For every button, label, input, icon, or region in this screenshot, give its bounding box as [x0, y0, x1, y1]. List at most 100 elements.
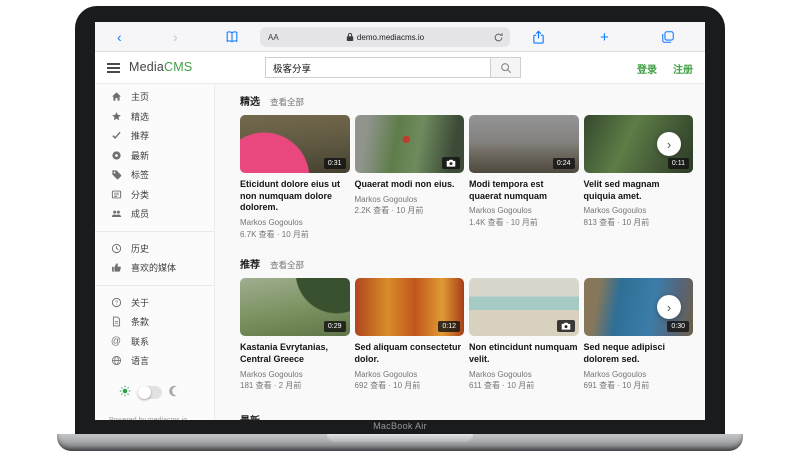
media-author[interactable]: Markos Gogoulos [355, 369, 465, 381]
laptop-screen: ‹ › AA demo.mediacms.io [95, 22, 705, 420]
theme-switcher [95, 384, 214, 402]
terms-icon [110, 316, 122, 328]
menu-toggle-icon[interactable] [107, 61, 121, 75]
section-featured: 精选 查看全部 0:31 Eticidunt dolore eius ut no… [240, 93, 693, 240]
media-card[interactable]: 0:30 Sed neque adipisci dolorem sed. Mar… [584, 278, 694, 396]
media-card[interactable]: Non etincidunt numquam velit. Markos Gog… [469, 278, 579, 396]
history-icon [110, 242, 122, 254]
site-logo[interactable]: MediaCMS [129, 60, 192, 74]
sidebar-item-home[interactable]: 主页 [95, 87, 214, 107]
search-icon [500, 62, 512, 74]
sidebar-item-recommended[interactable]: 推荐 [95, 126, 214, 146]
language-icon [110, 355, 122, 367]
sidebar-item-tags[interactable]: 标签 [95, 165, 214, 185]
media-author[interactable]: Markos Gogoulos [355, 194, 465, 206]
media-meta: 6.7K 查看 · 10 月前 [240, 229, 350, 241]
media-author[interactable]: Markos Gogoulos [584, 369, 694, 381]
main-content: 精选 查看全部 0:31 Eticidunt dolore eius ut no… [215, 84, 705, 420]
contact-icon: @ [110, 335, 122, 347]
chevron-right-icon: › [667, 300, 671, 315]
media-card[interactable]: 0:24 Modi tempora est quaerat numquam Ma… [469, 115, 579, 240]
chevron-right-icon: › [667, 137, 671, 152]
media-title[interactable]: Kastania Evrytanias, Central Greece [240, 342, 350, 365]
new-tab-button[interactable]: + [600, 22, 609, 52]
view-all-link[interactable]: 查看全部 [270, 96, 304, 108]
login-link[interactable]: 登录 [637, 61, 657, 76]
duration-badge: 0:30 [667, 321, 689, 332]
view-all-link[interactable]: 查看全部 [270, 259, 304, 271]
check-icon [110, 130, 122, 142]
media-title[interactable]: Sed neque adipisci dolorem sed. [584, 342, 694, 365]
media-title[interactable]: Sed aliquam consectetur dolor. [355, 342, 465, 365]
bookmarks-icon[interactable] [225, 22, 239, 52]
sidebar-item-categories[interactable]: 分类 [95, 185, 214, 205]
lock-icon [346, 32, 354, 42]
media-author[interactable]: Markos Gogoulos [469, 205, 579, 217]
duration-badge: 0:11 [668, 158, 689, 169]
media-meta: 181 查看 · 2 月前 [240, 380, 350, 392]
section-title: 最新 [240, 412, 260, 420]
register-link[interactable]: 注册 [673, 61, 693, 76]
media-author[interactable]: Markos Gogoulos [240, 217, 350, 229]
section-latest: 最新 [240, 412, 693, 420]
media-author[interactable]: Markos Gogoulos [469, 369, 579, 381]
sidebar-item-members[interactable]: 成员 [95, 204, 214, 224]
media-card[interactable]: 0:29 Kastania Evrytanias, Central Greece… [240, 278, 350, 396]
sidebar-item-featured[interactable]: 精选 [95, 107, 214, 127]
media-author[interactable]: Markos Gogoulos [584, 205, 694, 217]
sidebar-item-history[interactable]: 历史 [95, 239, 214, 259]
star-icon [110, 110, 122, 122]
light-mode-icon [119, 384, 131, 402]
svg-text:?: ? [114, 300, 117, 306]
media-thumbnail[interactable] [355, 115, 465, 173]
search-button[interactable] [491, 57, 521, 78]
categories-icon [110, 188, 122, 200]
browser-forward-button[interactable]: › [173, 22, 178, 52]
share-icon[interactable] [532, 22, 545, 52]
media-card[interactable]: Quaerat modi non eius. Markos Gogoulos 2… [355, 115, 465, 240]
reader-options-button[interactable]: AA [268, 33, 279, 42]
duration-badge: 0:29 [324, 321, 346, 332]
sidebar-item-terms[interactable]: 条款 [95, 312, 214, 332]
media-title[interactable]: Modi tempora est quaerat numquam [469, 179, 579, 202]
tabs-overview-icon[interactable] [661, 22, 675, 52]
media-card[interactable]: 0:12 Sed aliquam consectetur dolor. Mark… [355, 278, 465, 396]
address-bar[interactable]: AA demo.mediacms.io [260, 27, 510, 47]
tag-icon [110, 169, 122, 181]
media-title[interactable]: Quaerat modi non eius. [355, 179, 465, 191]
powered-by-link[interactable]: Powered by mediacms.io [95, 417, 214, 421]
media-meta: 1.4K 查看 · 10 月前 [469, 217, 579, 229]
media-title[interactable]: Non etincidunt numquam velit. [469, 342, 579, 365]
media-thumbnail[interactable]: 0:31 [240, 115, 350, 173]
duration-badge: 0:12 [438, 321, 460, 332]
section-title: 精选 [240, 93, 260, 108]
site-header: MediaCMS 登录 注册 [95, 52, 705, 84]
media-card[interactable]: 0:31 Eticidunt dolore eius ut non numqua… [240, 115, 350, 240]
media-title[interactable]: Velit sed magnam quiquia amet. [584, 179, 694, 202]
media-meta: 691 查看 · 10 月前 [584, 380, 694, 392]
media-meta: 692 查看 · 10 月前 [355, 380, 465, 392]
media-author[interactable]: Markos Gogoulos [240, 369, 350, 381]
sidebar-item-about[interactable]: ? 关于 [95, 293, 214, 313]
theme-toggle[interactable] [138, 386, 162, 399]
device-label: MacBook Air [75, 421, 725, 431]
camera-icon [442, 157, 460, 169]
media-thumbnail[interactable]: 0:29 [240, 278, 350, 336]
reload-icon[interactable] [493, 32, 504, 43]
laptop-base-notch [327, 434, 473, 442]
sidebar-item-contact[interactable]: @ 联系 [95, 332, 214, 352]
browser-back-button[interactable]: ‹ [117, 22, 122, 52]
laptop-base [57, 434, 743, 451]
sidebar-item-language[interactable]: 语言 [95, 351, 214, 371]
duration-badge: 0:31 [324, 158, 346, 169]
media-thumbnail[interactable]: 0:24 [469, 115, 579, 173]
new-icon [110, 149, 122, 161]
sidebar-item-latest[interactable]: 最新 [95, 146, 214, 166]
media-title[interactable]: Eticidunt dolore eius ut non numquam dol… [240, 179, 350, 214]
carousel-next-button[interactable]: › [657, 132, 681, 156]
media-thumbnail[interactable]: 0:12 [355, 278, 465, 336]
media-thumbnail[interactable] [469, 278, 579, 336]
search-input[interactable] [265, 57, 491, 78]
safari-toolbar: ‹ › AA demo.mediacms.io [95, 22, 705, 52]
sidebar-item-liked-media[interactable]: 喜欢的媒体 [95, 258, 214, 278]
